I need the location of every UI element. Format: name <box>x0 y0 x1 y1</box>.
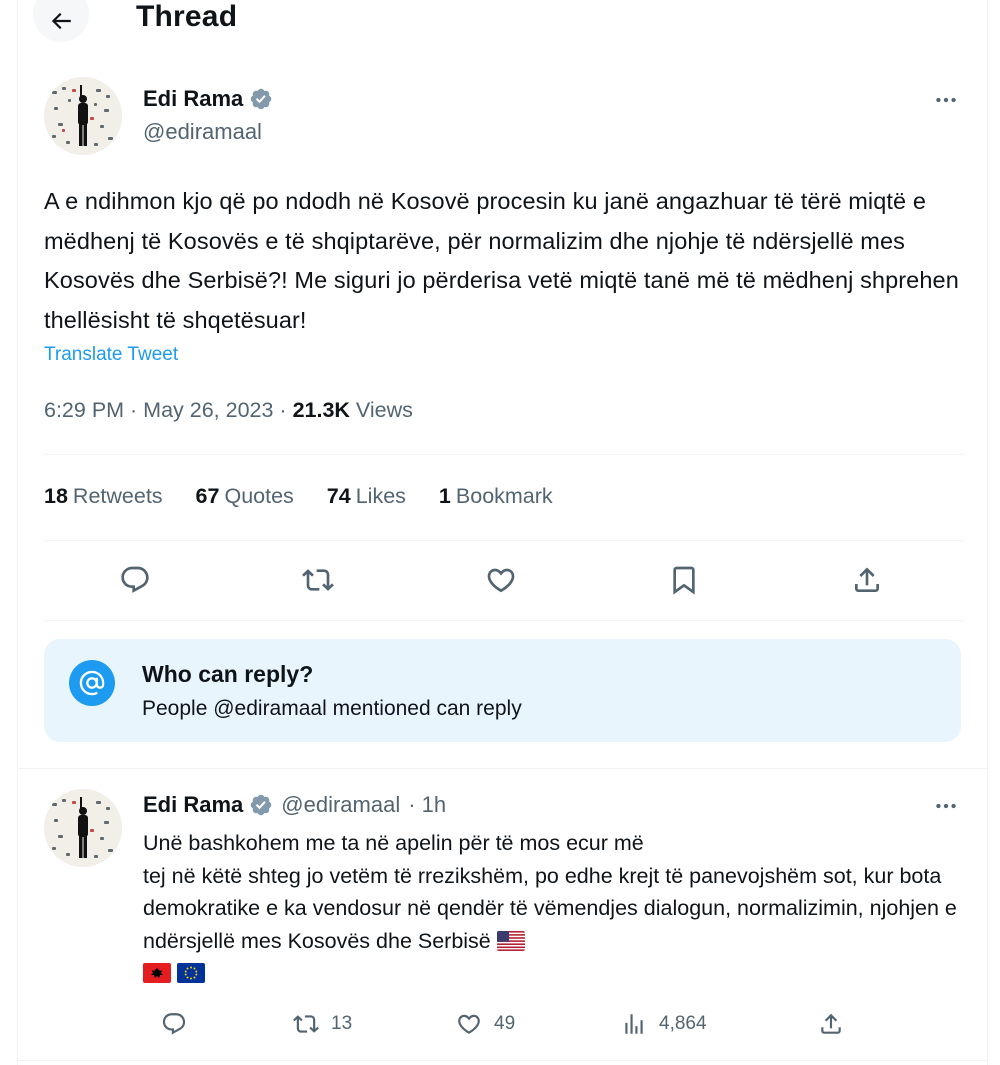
tweet-meta: 6:29 PM · May 26, 2023 · 21.3K Views <box>44 398 413 423</box>
divider <box>18 1060 987 1061</box>
views-button[interactable]: 4,864 <box>621 1004 707 1044</box>
share-button[interactable] <box>845 558 889 602</box>
arrow-left-icon <box>51 12 71 30</box>
avatar[interactable] <box>44 789 122 867</box>
analytics-icon <box>625 1014 643 1034</box>
divider <box>44 540 964 541</box>
page-title: Thread <box>136 0 238 33</box>
reply-tweet-text: Unë bashkohem me ta në apelin për të mos… <box>143 827 963 990</box>
albania-flag-icon <box>143 963 171 983</box>
reply-text-line: Unë bashkohem me ta në apelin për të mos… <box>143 831 644 855</box>
retweet-icon <box>293 1015 319 1033</box>
retweet-count: 13 <box>331 1013 353 1034</box>
eu-flag-icon <box>176 963 205 983</box>
divider <box>44 454 964 455</box>
reply-text-rest: tej në këtë shteg jo vetëm të rrezikshëm… <box>143 863 957 953</box>
translate-tweet-link[interactable]: Translate Tweet <box>44 344 178 366</box>
who-can-reply-title: Who can reply? <box>142 661 314 687</box>
back-button[interactable] <box>33 0 89 42</box>
share-button[interactable] <box>818 1004 844 1044</box>
more-options-button[interactable] <box>928 788 964 824</box>
tweet-timestamp[interactable]: 6:29 PM · May 26, 2023 · <box>44 398 293 422</box>
views-label: Views <box>349 398 413 422</box>
reply-icon <box>162 1013 186 1035</box>
more-icon <box>936 803 956 809</box>
reply-author-row[interactable]: Edi Rama @ediramaal · 1h <box>143 792 446 818</box>
reply-button[interactable] <box>113 558 157 602</box>
verified-badge-icon <box>251 88 272 110</box>
retweet-icon <box>302 569 334 591</box>
heart-icon <box>487 568 515 593</box>
quotes-stat[interactable]: 67 Quotes <box>196 484 294 509</box>
like-count: 49 <box>494 1013 516 1034</box>
tweet-time[interactable]: · 1h <box>408 792 446 818</box>
reply-button[interactable] <box>161 1004 199 1044</box>
views-count: 21.3K <box>292 398 350 422</box>
author-handle[interactable]: @ediramaal <box>143 119 262 145</box>
heart-icon <box>458 1014 480 1034</box>
author-handle[interactable]: @ediramaal <box>281 792 400 818</box>
more-icon <box>936 97 956 103</box>
like-button[interactable] <box>479 558 523 602</box>
views-count: 4,864 <box>659 1013 707 1034</box>
us-flag-icon <box>496 930 525 951</box>
retweets-stat[interactable]: 18 Retweets <box>44 484 163 509</box>
thread-header: Thread <box>18 0 987 44</box>
bookmark-button[interactable] <box>662 558 706 602</box>
bookmark-icon <box>673 566 695 595</box>
share-icon <box>855 567 879 592</box>
retweet-button[interactable]: 13 <box>293 1004 352 1044</box>
who-can-reply-subtitle: People @ediramaal mentioned can reply <box>142 697 522 720</box>
like-button[interactable]: 49 <box>456 1004 515 1044</box>
reply-icon <box>121 566 149 593</box>
likes-stat[interactable]: 74 Likes <box>327 484 406 509</box>
mention-icon <box>69 660 115 706</box>
author-name[interactable]: Edi Rama <box>143 792 243 818</box>
divider <box>18 768 987 769</box>
tweet-actions <box>44 558 964 602</box>
bookmarks-stat[interactable]: 1 Bookmark <box>439 484 553 509</box>
share-icon <box>821 1013 841 1034</box>
retweet-button[interactable] <box>296 558 340 602</box>
tweet-text: A e ndihmon kjo që po ndodh në Kosovë pr… <box>44 188 959 333</box>
thread-column: Thread Edi Rama @ediramaal A e ndihmon k… <box>17 0 988 1065</box>
reply-tweet-actions: 13 49 4,864 <box>143 1004 843 1044</box>
tweet-stats: 18 Retweets 67 Quotes 74 Likes 1 Bookmark <box>44 484 553 509</box>
avatar[interactable] <box>44 77 122 155</box>
who-can-reply-box: Who can reply? People @ediramaal mention… <box>44 639 961 742</box>
verified-badge-icon <box>251 794 272 816</box>
author-name[interactable]: Edi Rama <box>143 86 243 112</box>
divider <box>44 620 964 621</box>
more-options-button[interactable] <box>928 82 964 118</box>
author-name-row[interactable]: Edi Rama <box>143 86 273 112</box>
